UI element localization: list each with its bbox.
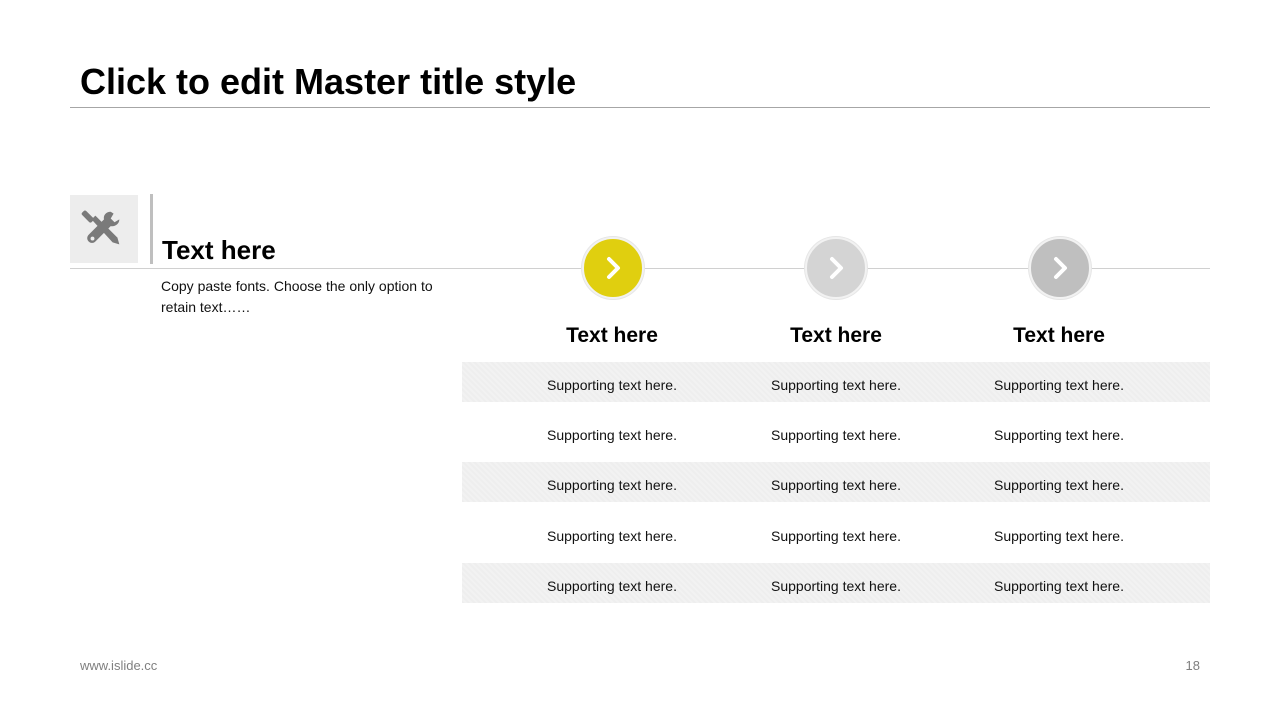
table-cell: Supporting text here. xyxy=(771,477,901,493)
table-cell: Supporting text here. xyxy=(771,578,901,594)
title-divider xyxy=(70,107,1210,108)
table-cell: Supporting text here. xyxy=(547,427,677,443)
table-cell: Supporting text here. xyxy=(994,578,1124,594)
page-title: Click to edit Master title style xyxy=(80,61,577,102)
table-cell: Supporting text here. xyxy=(547,377,677,393)
table-cell: Supporting text here. xyxy=(547,528,677,544)
column-heading-2: Text here xyxy=(790,324,882,347)
table-cell: Supporting text here. xyxy=(547,578,677,594)
table-cell: Supporting text here. xyxy=(994,427,1124,443)
table-cell: Supporting text here. xyxy=(994,528,1124,544)
table-cell: Supporting text here. xyxy=(994,477,1124,493)
step-circle-1 xyxy=(582,237,644,299)
step-circle-2 xyxy=(805,237,867,299)
page-number: 18 xyxy=(1185,658,1200,673)
table-cell: Supporting text here. xyxy=(547,477,677,493)
tools-icon xyxy=(81,210,120,245)
footer-url: www.islide.cc xyxy=(80,658,158,673)
tools-icon-box xyxy=(70,195,138,263)
table-cell: Supporting text here. xyxy=(771,528,901,544)
table-cell: Supporting text here. xyxy=(994,377,1124,393)
section-description: Copy paste fonts. Choose the only option… xyxy=(161,278,433,315)
column-heading-3: Text here xyxy=(1013,324,1105,347)
chevron-right-icon xyxy=(830,257,843,279)
section-heading: Text here xyxy=(162,235,276,265)
table-cell: Supporting text here. xyxy=(771,377,901,393)
step-circle-3 xyxy=(1029,237,1091,299)
chevron-right-icon xyxy=(1054,257,1067,279)
chevron-right-icon xyxy=(607,257,620,279)
accent-divider xyxy=(150,194,153,264)
column-heading-1: Text here xyxy=(566,324,658,347)
table-cell: Supporting text here. xyxy=(771,427,901,443)
